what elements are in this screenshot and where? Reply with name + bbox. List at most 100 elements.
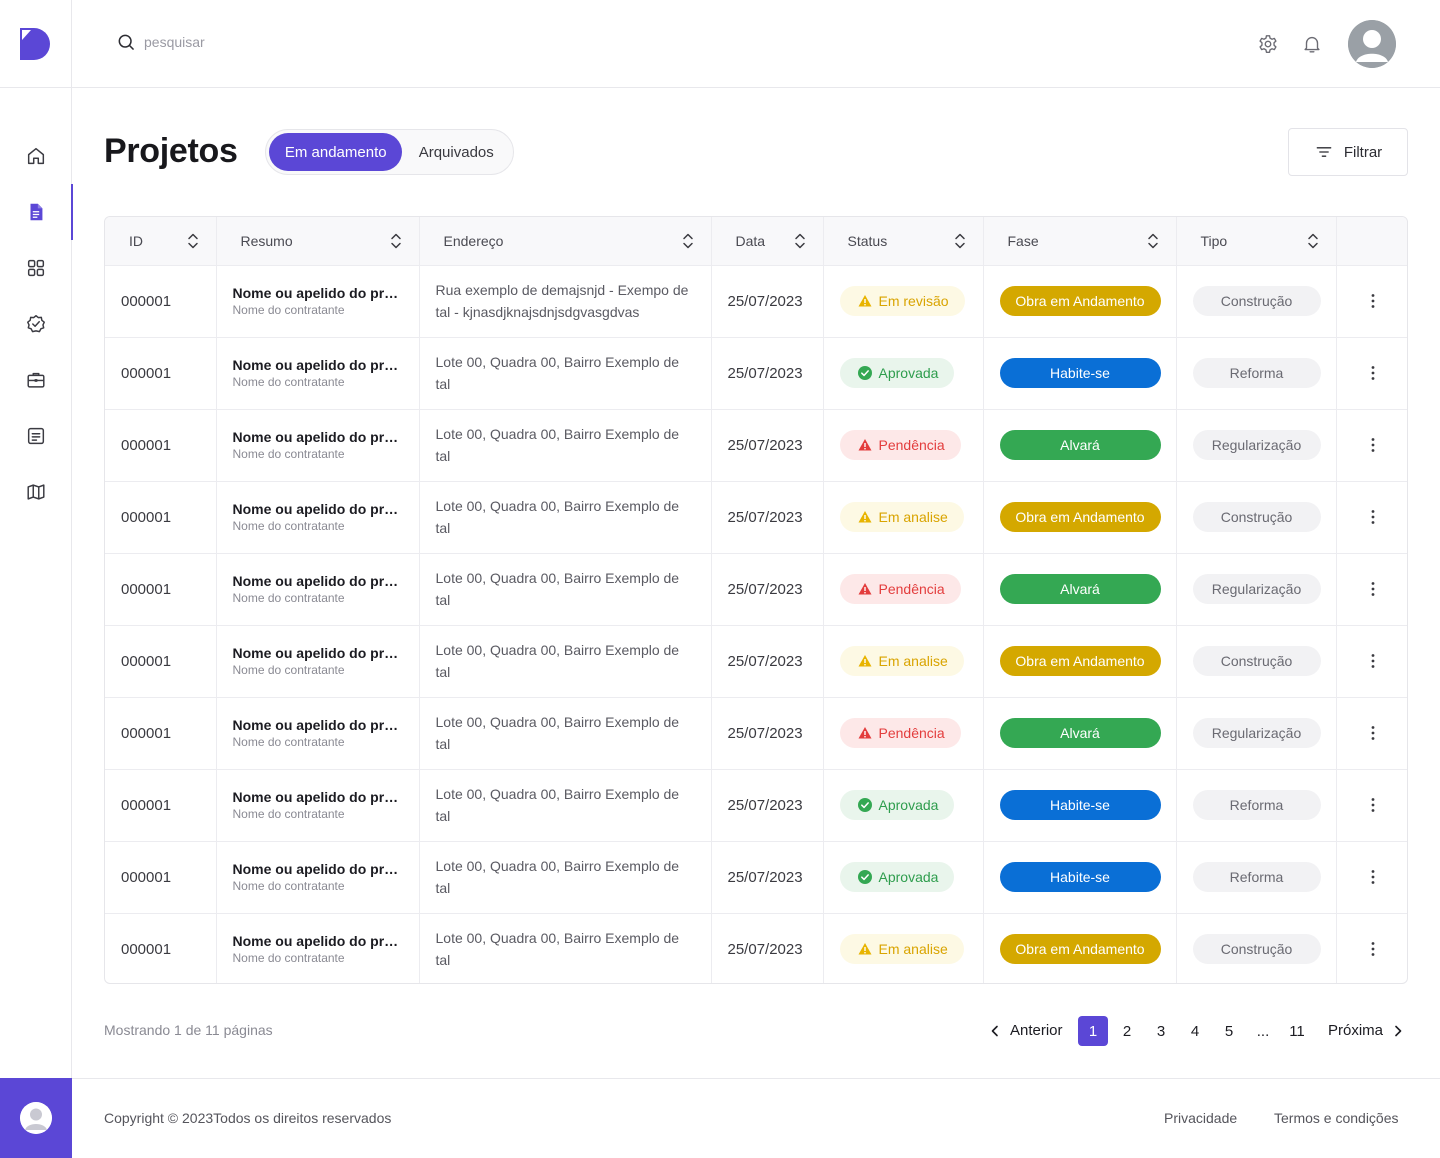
- privacy-link[interactable]: Privacidade: [1164, 1110, 1237, 1126]
- page-11-button[interactable]: 11: [1282, 1016, 1312, 1046]
- nav-item-home[interactable]: [0, 128, 72, 184]
- address-text: Lote 00, Quadra 00, Bairro Exemplo de ta…: [435, 570, 680, 608]
- more-vertical-icon[interactable]: [1363, 795, 1383, 815]
- header-endereco[interactable]: Endereço: [419, 217, 712, 266]
- tipo-badge: Regularização: [1192, 574, 1321, 604]
- header-fase[interactable]: Fase: [983, 217, 1177, 266]
- nav-item-services[interactable]: [0, 352, 72, 408]
- copyright-text: Copyright © 2023Todos os direitos reserv…: [104, 1110, 392, 1126]
- search-input[interactable]: [144, 34, 384, 50]
- status-badge: Pendência: [839, 430, 961, 460]
- cell-id: 000001: [105, 841, 217, 914]
- address-text: Lote 00, Quadra 00, Bairro Exemplo de ta…: [435, 786, 680, 824]
- user-avatar[interactable]: [1348, 20, 1396, 68]
- header-id[interactable]: ID: [105, 217, 217, 266]
- cell-endereco: Lote 00, Quadra 00, Bairro Exemplo de ta…: [419, 625, 712, 698]
- cell-resumo: Nome ou apelido do pro... Nome do contrat…: [216, 337, 420, 410]
- page-4-button[interactable]: 4: [1180, 1016, 1210, 1046]
- terms-link[interactable]: Termos e condições: [1274, 1110, 1399, 1126]
- nav-item-reports[interactable]: [0, 408, 72, 464]
- cell-id: 000001: [105, 337, 217, 410]
- table-row[interactable]: 000001 Nome ou apelido do pro... Nome do c…: [105, 481, 1407, 554]
- header-label: Fase: [1007, 232, 1039, 249]
- nav-item-approvals[interactable]: [0, 296, 72, 352]
- gear-icon[interactable]: [1257, 33, 1279, 55]
- tab-arquivados[interactable]: Arquivados: [402, 133, 510, 171]
- project-name: Nome ou apelido do pro...: [232, 573, 403, 589]
- warning-icon: [858, 511, 871, 523]
- nav-item-projects[interactable]: [0, 184, 73, 240]
- table-row[interactable]: 000001 Nome ou apelido do pro... Nome do c…: [105, 697, 1407, 770]
- warning-icon: [858, 295, 871, 307]
- page-2-button[interactable]: 2: [1112, 1016, 1142, 1046]
- prev-page-button[interactable]: Anterior: [988, 1022, 1063, 1039]
- cell-status: Em analise: [823, 913, 984, 983]
- chevron-left-icon: [991, 1025, 998, 1036]
- nav-item-map[interactable]: [0, 464, 72, 520]
- cell-data: 25/07/2023: [711, 769, 824, 842]
- tipo-badge: Regularização: [1192, 430, 1321, 460]
- cell-actions: [1336, 697, 1407, 770]
- more-vertical-icon[interactable]: [1363, 435, 1383, 455]
- table-row[interactable]: 000001 Nome ou apelido do pro... Nome do c…: [105, 265, 1407, 338]
- bell-icon[interactable]: [1301, 33, 1323, 55]
- table-row[interactable]: 000001 Nome ou apelido do pro... Nome do c…: [105, 553, 1407, 626]
- next-page-button[interactable]: Próxima: [1328, 1022, 1405, 1039]
- page-5-button[interactable]: 5: [1214, 1016, 1244, 1046]
- cell-tipo: Reforma: [1176, 337, 1337, 410]
- page-1-button[interactable]: 1: [1078, 1016, 1108, 1046]
- header-label: ID: [129, 232, 143, 249]
- more-vertical-icon[interactable]: [1363, 291, 1383, 311]
- table-row[interactable]: 000001 Nome ou apelido do pro... Nome do c…: [105, 769, 1407, 842]
- table-row[interactable]: 000001 Nome ou apelido do pro... Nome do c…: [105, 841, 1407, 914]
- cell-fase: Alvará: [983, 553, 1177, 626]
- cell-resumo: Nome ou apelido do pro... Nome do contrat…: [216, 913, 420, 983]
- more-vertical-icon[interactable]: [1363, 867, 1383, 887]
- header-data[interactable]: Data: [711, 217, 824, 266]
- header-resumo[interactable]: Resumo: [216, 217, 420, 266]
- tab-em-andamento[interactable]: Em andamento: [269, 133, 403, 171]
- project-name: Nome ou apelido do pro...: [232, 933, 403, 950]
- more-vertical-icon[interactable]: [1363, 939, 1383, 959]
- table-row[interactable]: 000001 Nome ou apelido do pro... Nome do c…: [105, 625, 1407, 698]
- fase-badge: Habite-se: [999, 358, 1161, 388]
- cell-resumo: Nome ou apelido do pro... Nome do contrat…: [216, 265, 420, 338]
- status-badge: Aprovada: [839, 862, 955, 892]
- contractor-name: Nome do contratante: [232, 807, 345, 821]
- nav-item-dashboard[interactable]: [0, 240, 72, 296]
- status-label: Em analise: [878, 509, 948, 525]
- table-row[interactable]: 000001 Nome ou apelido do pro... Nome do c…: [105, 913, 1407, 983]
- more-vertical-icon[interactable]: [1363, 651, 1383, 671]
- sidebar-user-button[interactable]: [0, 1078, 72, 1158]
- header-label: Resumo: [240, 232, 293, 249]
- project-name: Nome ou apelido do pro...: [232, 789, 403, 805]
- header-status[interactable]: Status: [823, 217, 984, 266]
- sort-icon: [954, 233, 965, 248]
- more-vertical-icon[interactable]: [1363, 579, 1383, 599]
- address-text: Lote 00, Quadra 00, Bairro Exemplo de ta…: [435, 354, 680, 392]
- cell-endereco: Lote 00, Quadra 00, Bairro Exemplo de ta…: [419, 769, 712, 842]
- more-vertical-icon[interactable]: [1363, 723, 1383, 743]
- cell-fase: Habite-se: [983, 769, 1177, 842]
- table-row[interactable]: 000001 Nome ou apelido do pro... Nome do c…: [105, 409, 1407, 482]
- app-logo[interactable]: [20, 28, 52, 60]
- next-page-label: Próxima: [1328, 1022, 1384, 1039]
- cell-status: Pendência: [823, 409, 984, 482]
- cell-data: 25/07/2023: [711, 913, 824, 983]
- project-name: Nome ou apelido do pro...: [232, 429, 403, 445]
- table-row[interactable]: 000001 Nome ou apelido do pro... Nome do c…: [105, 337, 1407, 410]
- more-vertical-icon[interactable]: [1363, 363, 1383, 383]
- pagination: Anterior 1 2 3 4 5 ... 11 Próxima: [988, 1016, 1408, 1046]
- page-3-button[interactable]: 3: [1146, 1016, 1176, 1046]
- cell-tipo: Construção: [1176, 481, 1337, 554]
- cell-data: 25/07/2023: [711, 553, 824, 626]
- address-text: Lote 00, Quadra 00, Bairro Exemplo de ta…: [435, 426, 680, 464]
- warning-icon: [858, 583, 871, 595]
- cell-fase: Obra em Andamento: [983, 625, 1177, 698]
- filter-button[interactable]: Filtrar: [1288, 128, 1408, 176]
- more-vertical-icon[interactable]: [1363, 507, 1383, 527]
- status-label: Em analise: [878, 941, 948, 958]
- header-tipo[interactable]: Tipo: [1176, 217, 1337, 266]
- status-badge: Aprovada: [839, 790, 955, 820]
- home-icon: [27, 147, 45, 165]
